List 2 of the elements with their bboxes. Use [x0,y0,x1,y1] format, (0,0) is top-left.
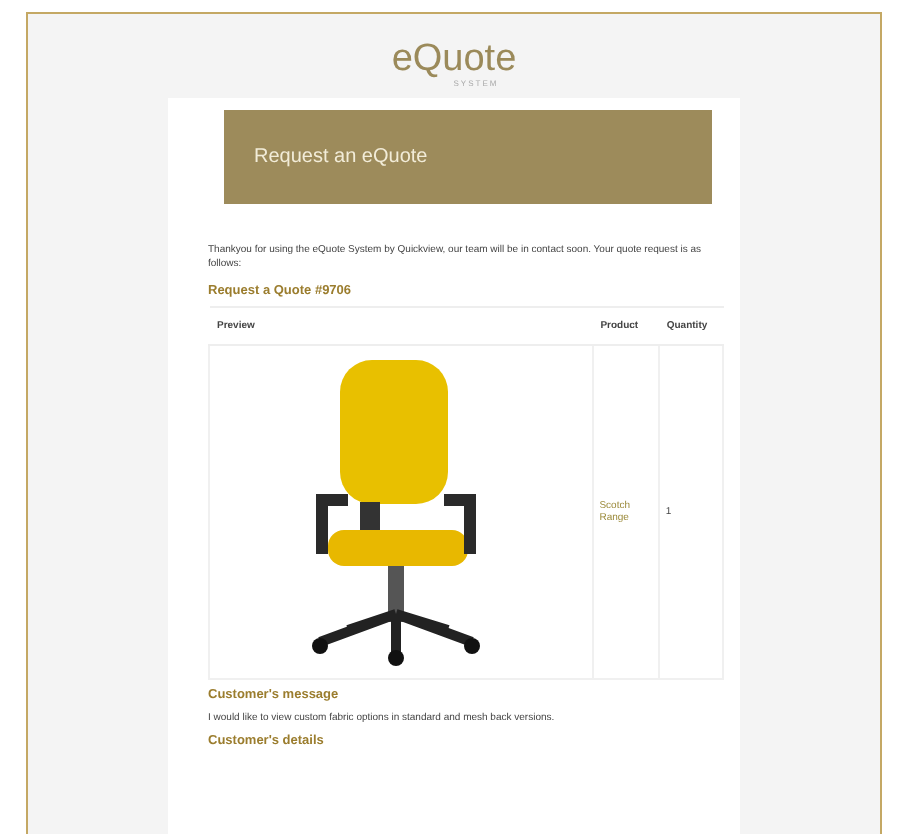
logo-text: eQuote [391,42,517,78]
banner-title: Request an eQuote [254,146,428,168]
